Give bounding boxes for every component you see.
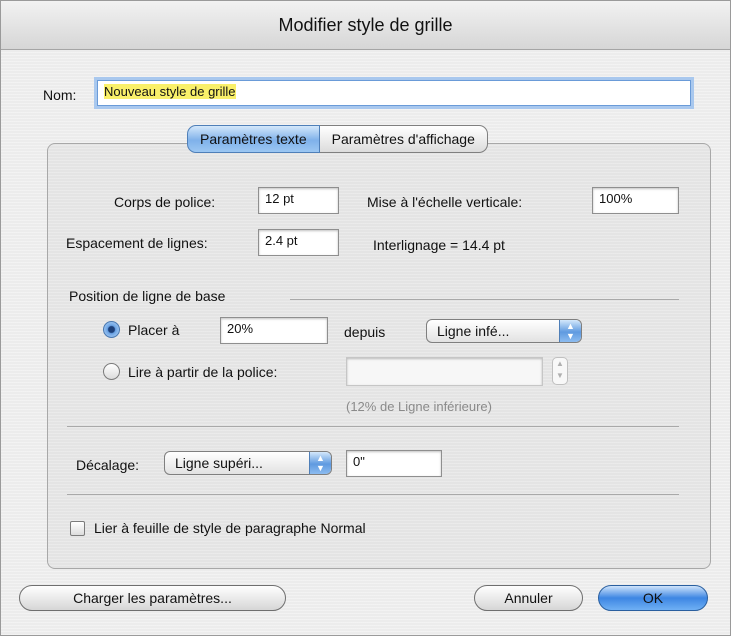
place-at-radio[interactable] [103, 321, 120, 338]
up-down-arrows-icon: ▲ ▼ [309, 452, 331, 474]
name-value: Nouveau style de grille [104, 84, 236, 99]
line-spacing-field[interactable]: 2.4 pt [258, 229, 339, 256]
tab-bar: Paramètres texte Paramètres d'affichage [187, 125, 488, 153]
line-spacing-label: Espacement de lignes: [66, 235, 208, 251]
offset-select[interactable]: Ligne supéri... ▲ ▼ [164, 451, 332, 475]
dialog-title: Modifier style de grille [278, 15, 453, 35]
font-size-label: Corps de police: [114, 194, 216, 210]
place-at-label[interactable]: Placer à [128, 322, 179, 338]
tab-display-settings[interactable]: Paramètres d'affichage [319, 125, 488, 153]
read-from-font-stepper[interactable]: ▲ ▼ [552, 357, 568, 385]
link-stylesheet-checkbox[interactable] [70, 521, 85, 536]
read-from-font-radio[interactable] [103, 363, 120, 380]
up-down-arrows-icon: ▲ ▼ [559, 320, 581, 342]
link-stylesheet-label[interactable]: Lier à feuille de style de paragraphe No… [94, 520, 366, 536]
offset-field[interactable]: 0" [346, 450, 442, 477]
name-label: Nom: [43, 87, 77, 103]
tab-text-settings[interactable]: Paramètres texte [187, 125, 320, 153]
offset-select-value: Ligne supéri... [175, 455, 263, 471]
vertical-scale-label: Mise à l'échelle verticale: [367, 194, 523, 210]
section-divider-1 [67, 426, 679, 427]
load-settings-button[interactable]: Charger les paramètres... [19, 585, 286, 611]
read-from-font-field[interactable] [346, 357, 543, 386]
cancel-button[interactable]: Annuler [474, 585, 583, 611]
vertical-scale-field[interactable]: 100% [592, 187, 679, 214]
dialog-window: Modifier style de grille Nom: Nouveau st… [0, 0, 731, 636]
read-from-font-hint: (12% de Ligne inférieure) [346, 399, 492, 414]
place-at-field[interactable]: 20% [220, 317, 328, 344]
from-select[interactable]: Ligne infé... ▲ ▼ [426, 319, 582, 343]
from-select-value: Ligne infé... [437, 323, 510, 339]
from-label: depuis [344, 324, 386, 340]
section-divider-2 [67, 494, 679, 495]
title-bar[interactable]: Modifier style de grille [1, 1, 730, 50]
read-from-font-label[interactable]: Lire à partir de la police: [128, 364, 277, 380]
leading-readout: Interlignage = 14.4 pt [373, 237, 505, 253]
font-size-field[interactable]: 12 pt [258, 187, 339, 214]
baseline-section-label: Position de ligne de base [69, 288, 226, 304]
offset-label: Décalage: [76, 457, 140, 473]
baseline-divider [290, 299, 679, 300]
ok-button[interactable]: OK [598, 585, 708, 611]
name-field[interactable]: Nouveau style de grille [97, 80, 691, 106]
